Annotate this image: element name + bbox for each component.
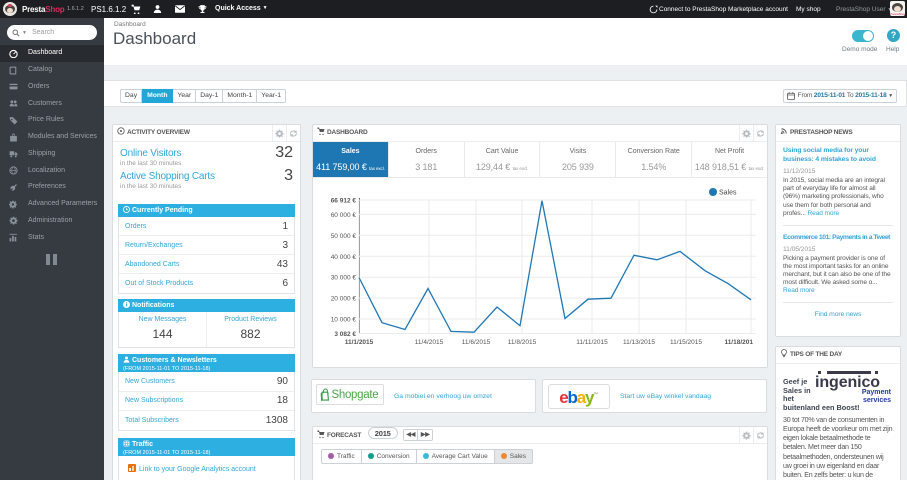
svg-text:11/4/2015: 11/4/2015 (415, 339, 444, 346)
svg-text:66 912 €: 66 912 € (331, 198, 357, 205)
svg-text:50 000 €: 50 000 € (331, 233, 357, 240)
svg-text:11/18/201: 11/18/201 (724, 339, 753, 346)
svg-text:20 000 €: 20 000 € (331, 296, 357, 303)
svg-text:60 000 €: 60 000 € (331, 212, 357, 219)
svg-text:30 000 €: 30 000 € (331, 275, 357, 282)
svg-text:3 082 €: 3 082 € (334, 331, 356, 338)
svg-text:11/15/2015: 11/15/2015 (670, 339, 702, 346)
svg-text:Sales: Sales (719, 190, 737, 197)
svg-text:11/1/2015: 11/1/2015 (345, 339, 374, 346)
svg-text:10 000 €: 10 000 € (331, 317, 357, 324)
svg-text:40 000 €: 40 000 € (331, 254, 357, 261)
svg-text:11/8/2015: 11/8/2015 (508, 339, 537, 346)
svg-text:11/6/2015: 11/6/2015 (462, 339, 491, 346)
svg-text:11/13/2015: 11/13/2015 (623, 339, 655, 346)
svg-text:11/11/2015: 11/11/2015 (576, 339, 608, 346)
